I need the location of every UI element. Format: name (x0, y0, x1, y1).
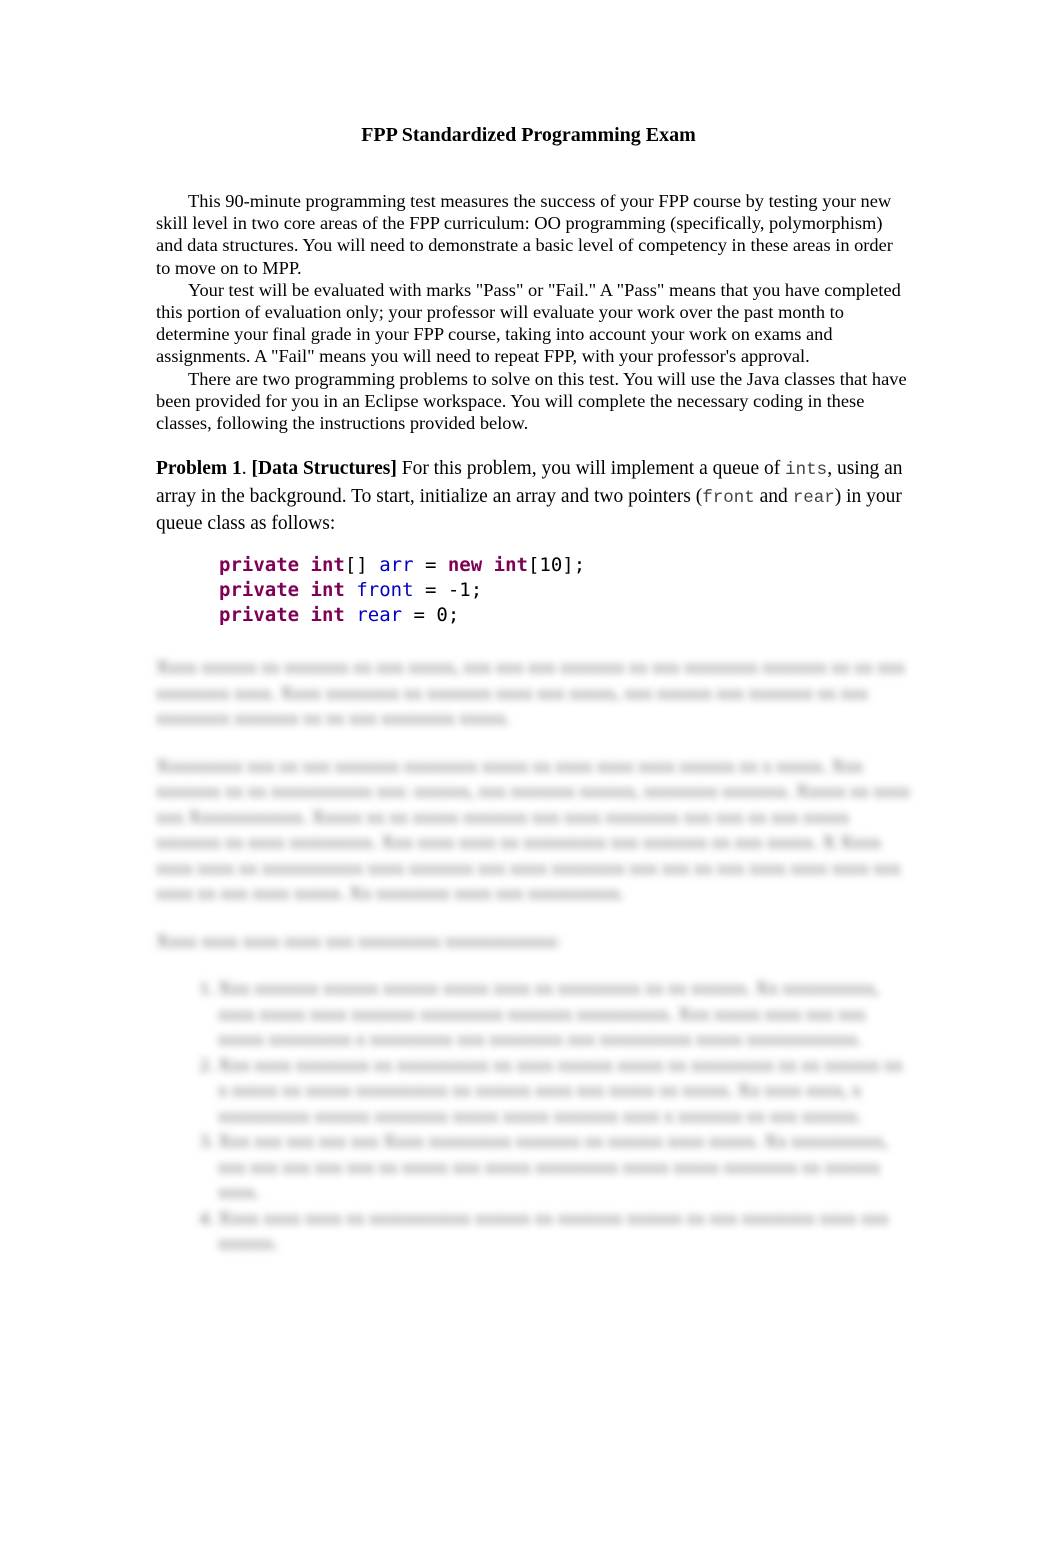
inline-code-front: front (702, 487, 755, 508)
code-line: private int front = -1; (219, 579, 483, 601)
code-line: private int rear = 0; (219, 604, 460, 626)
document-title: FPP Standardized Programming Exam (361, 124, 696, 146)
inline-code-ints: ints (785, 460, 828, 480)
intro-paragraph: This 90-minute programming test measures… (156, 191, 893, 278)
problem-1-description: Problem 1. [Data Structures] For this pr… (156, 458, 903, 534)
intro-paragraph: There are two programming problems to so… (156, 368, 907, 434)
inline-code-rear: rear (792, 487, 835, 508)
problem-1-label: Problem 1 (156, 458, 242, 479)
intro-section: This 90-minute programming test measures… (156, 190, 908, 434)
blurred-content: Xxxx xxxxxx xx xxxxxxx xx xxx xxxxx, xxx… (156, 655, 916, 1257)
problem-1-category: [Data Structures] (251, 458, 397, 479)
code-block: private int[] arr = new int[10]; private … (219, 553, 585, 628)
intro-paragraph: Your test will be evaluated with marks "… (156, 279, 901, 367)
code-line: private int[] arr = new int[10]; (219, 554, 586, 576)
problem-1: Problem 1. [Data Structures] For this pr… (156, 456, 908, 537)
